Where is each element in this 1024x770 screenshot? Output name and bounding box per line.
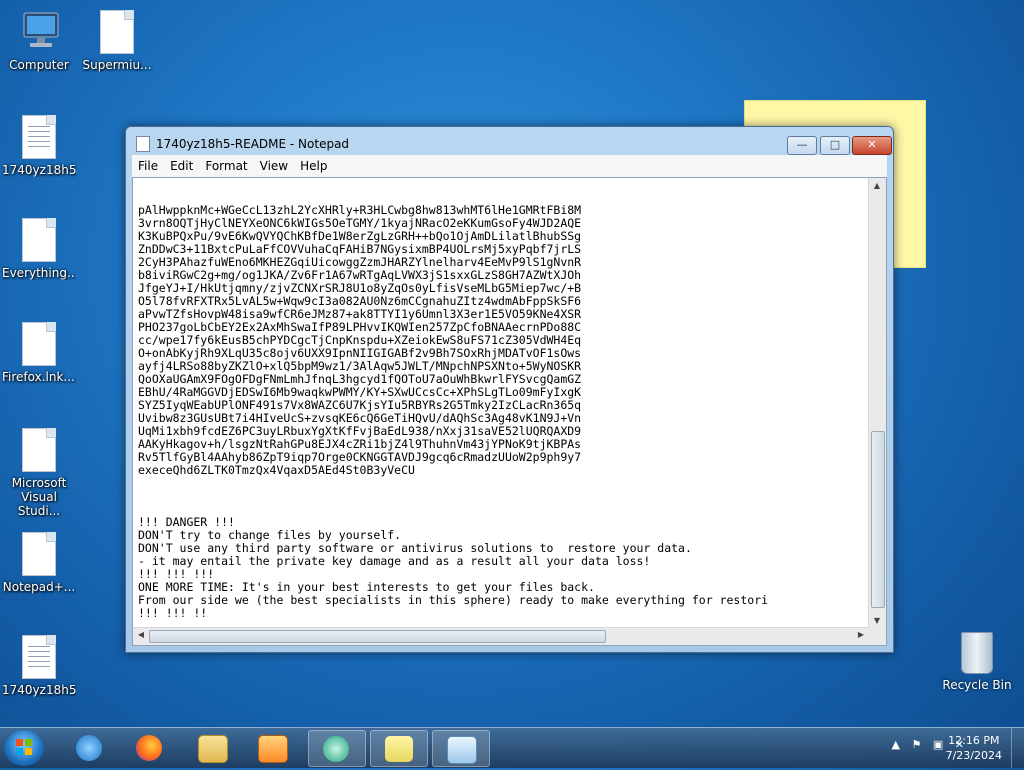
folder-icon	[198, 735, 228, 763]
document-icon	[99, 10, 135, 54]
flag-icon[interactable]: ⚑	[912, 738, 922, 751]
desktop-icon-recycle-bin[interactable]: Recycle Bin	[942, 632, 1012, 692]
menu-help[interactable]: Help	[294, 155, 333, 177]
taskbar-sticky-notes[interactable]	[370, 730, 428, 767]
vertical-scroll-thumb[interactable]	[871, 431, 885, 608]
menu-format[interactable]: Format	[199, 155, 253, 177]
editor[interactable]: pAlHwppknMc+WGeCcL13zhL2YcXHRly+R3HLCwbg…	[132, 177, 887, 646]
menu-edit[interactable]: Edit	[164, 155, 199, 177]
notepad-icon	[447, 736, 477, 764]
window-title: 1740yz18h5-README - Notepad	[156, 137, 350, 151]
taskbar-file-explorer[interactable]	[184, 730, 240, 765]
desktop-icon-label: Firefox.lnk....	[2, 370, 76, 384]
desktop-icon-label: 1740yz18h5...	[2, 683, 76, 697]
maximize-button[interactable]: □	[820, 136, 850, 155]
media-player-icon	[258, 735, 288, 763]
desktop-icon-visual-studio[interactable]: Microsoft Visual Studi...	[2, 428, 76, 518]
menu-file[interactable]: File	[132, 155, 164, 177]
clock[interactable]: 12:16 PM 7/23/2024	[946, 733, 1002, 763]
desktop-icon-readme-2[interactable]: 1740yz18h5...	[2, 635, 76, 697]
scroll-down-icon[interactable]: ▼	[870, 616, 884, 625]
desktop-icon-supermiu[interactable]: Supermiu...	[80, 10, 154, 72]
firefox-icon	[136, 735, 162, 761]
vertical-scrollbar[interactable]: ▲ ▼	[868, 178, 886, 628]
title-bar[interactable]: 1740yz18h5-README - Notepad — □ ✕	[126, 127, 893, 157]
recycle-bin-icon	[961, 632, 993, 674]
minimize-button[interactable]: —	[787, 136, 817, 155]
close-button[interactable]: ✕	[852, 136, 892, 155]
taskbar: ▲ ⚑ ▣ ✕ 12:16 PM 7/23/2024	[0, 727, 1024, 768]
clock-date: 7/23/2024	[945, 749, 1002, 762]
desktop-icon-label: Everything....	[2, 266, 76, 280]
notepad-icon	[136, 136, 150, 152]
desktop-icon-readme-1[interactable]: 1740yz18h5...	[2, 115, 76, 177]
app-icon	[323, 736, 349, 762]
text-file-icon	[21, 115, 57, 159]
scroll-left-icon[interactable]: ◀	[134, 630, 148, 639]
desktop-icon-firefox-lnk[interactable]: Firefox.lnk....	[2, 322, 76, 384]
notepad-window[interactable]: 1740yz18h5-README - Notepad — □ ✕ File Ed…	[125, 126, 894, 653]
internet-explorer-icon	[76, 735, 102, 761]
desktop-icon-label: Supermiu...	[82, 58, 152, 72]
desktop-icon-computer[interactable]: Computer	[2, 10, 76, 72]
text-file-icon	[21, 635, 57, 679]
desktop-icon-notepadpp[interactable]: Notepad+...	[2, 532, 76, 594]
document-icon	[21, 532, 57, 576]
taskbar-notepad[interactable]	[432, 730, 490, 767]
scroll-right-icon[interactable]: ▶	[854, 630, 868, 639]
desktop-icon-everything[interactable]: Everything....	[2, 218, 76, 280]
desktop-icon-label: Computer	[9, 58, 69, 72]
horizontal-scroll-thumb[interactable]	[149, 630, 606, 643]
show-hidden-icons-icon[interactable]: ▲	[892, 738, 900, 751]
desktop-icon-label: Microsoft Visual Studi...	[11, 476, 67, 518]
start-button[interactable]	[4, 730, 44, 766]
network-icon[interactable]: ▣	[933, 738, 943, 751]
menu-bar: File Edit Format View Help	[132, 155, 887, 178]
desktop-icon-label: Notepad+...	[2, 580, 76, 594]
taskbar-internet-explorer[interactable]	[62, 730, 118, 765]
show-desktop-button[interactable]	[1011, 728, 1024, 768]
taskbar-app[interactable]	[308, 730, 366, 767]
document-icon	[21, 428, 57, 472]
document-icon	[21, 322, 57, 366]
computer-icon	[21, 10, 59, 54]
scroll-up-icon[interactable]: ▲	[870, 181, 884, 190]
horizontal-scrollbar[interactable]: ◀ ▶	[133, 627, 869, 645]
size-grip[interactable]	[869, 628, 886, 645]
desktop-icon-label: 1740yz18h5...	[2, 163, 76, 177]
clock-time: 12:16 PM	[948, 734, 1000, 747]
desktop-icon-label: Recycle Bin	[942, 678, 1012, 692]
sticky-notes-icon	[385, 736, 413, 762]
text-content[interactable]: pAlHwppknMc+WGeCcL13zhL2YcXHRly+R3HLCwbg…	[133, 178, 869, 628]
document-icon	[21, 218, 57, 262]
menu-view[interactable]: View	[254, 155, 294, 177]
taskbar-media-player[interactable]	[244, 730, 300, 765]
windows-logo-icon	[16, 739, 32, 755]
taskbar-firefox[interactable]	[122, 730, 178, 765]
